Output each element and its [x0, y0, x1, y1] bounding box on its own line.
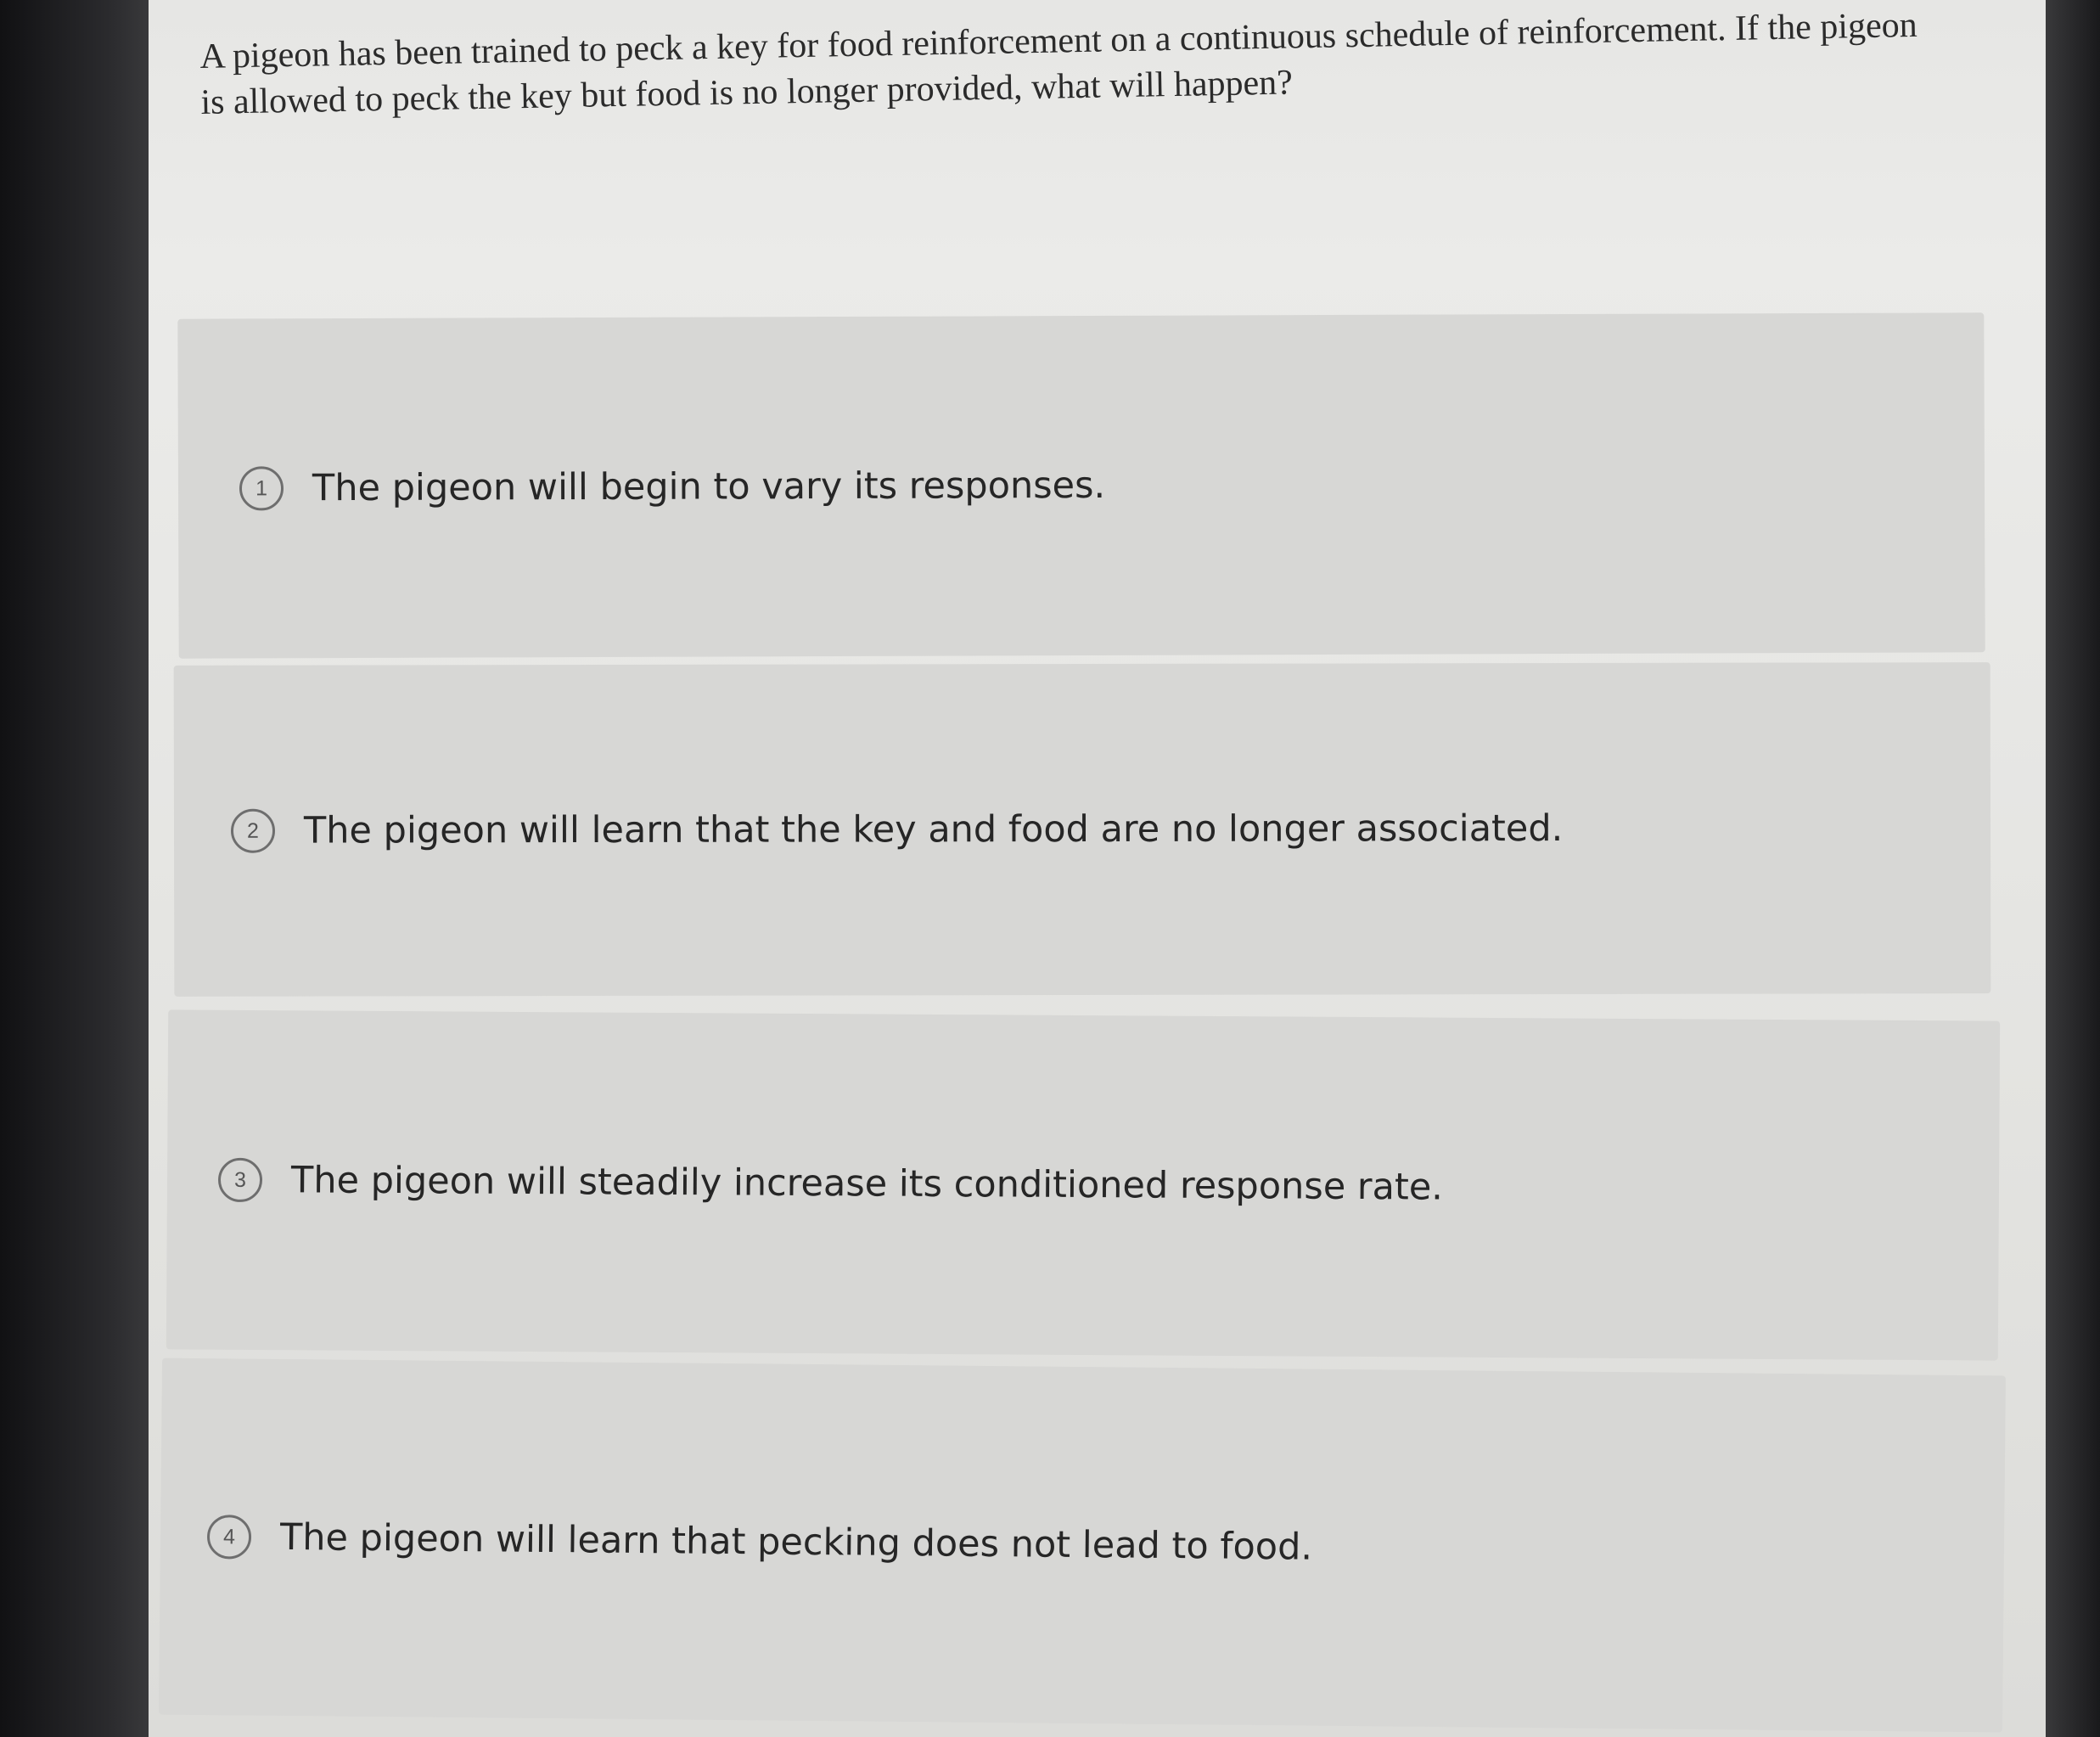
option-1-label: The pigeon will begin to vary its respon…	[312, 464, 1106, 510]
quiz-screen: A pigeon has been trained to peck a key …	[149, 0, 2046, 1737]
answer-option-2[interactable]: 2 The pigeon will learn that the key and…	[173, 662, 1991, 997]
answer-option-3[interactable]: 3 The pigeon will steadily increase its …	[166, 1009, 2001, 1361]
option-4-label: The pigeon will learn that pecking does …	[279, 1515, 1313, 1569]
option-1-radio-number[interactable]: 1	[239, 466, 284, 511]
option-2-radio-number[interactable]: 2	[230, 808, 276, 853]
option-2-label: The pigeon will learn that the key and f…	[303, 807, 1564, 852]
option-3-radio-number[interactable]: 3	[217, 1157, 263, 1203]
question-text: A pigeon has been trained to peck a key …	[199, 5, 1918, 122]
device-bezel-left	[0, 0, 153, 1737]
answer-option-4[interactable]: 4 The pigeon will learn that pecking doe…	[159, 1358, 2006, 1733]
device-bezel-right	[2041, 0, 2100, 1737]
answer-option-1[interactable]: 1 The pigeon will begin to vary its resp…	[177, 312, 1985, 659]
option-3-label: The pigeon will steadily increase its co…	[290, 1159, 1444, 1209]
option-4-radio-number[interactable]: 4	[206, 1515, 252, 1560]
